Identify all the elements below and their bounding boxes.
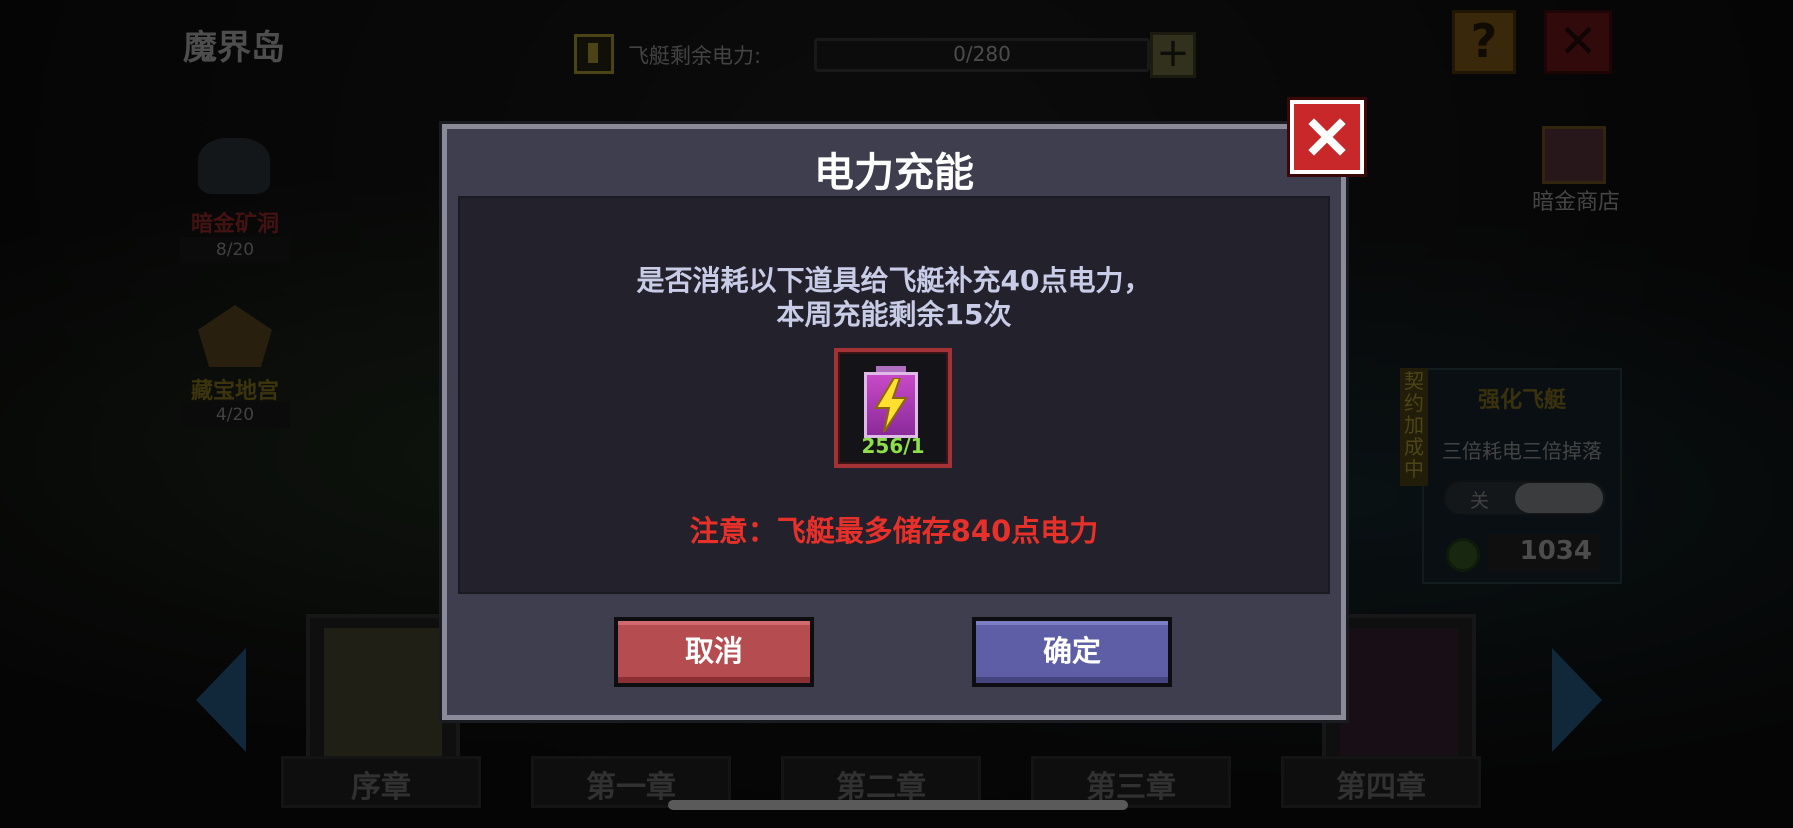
close-dialog-button[interactable]: [1290, 100, 1364, 174]
home-indicator[interactable]: [668, 800, 1128, 810]
lightning-bolt-icon: [874, 378, 908, 432]
warning-text: 注意：飞艇最多储存840点电力: [689, 514, 1099, 548]
cancel-button[interactable]: 取消: [614, 617, 814, 687]
dialog-message-line2: 本周充能剩余15次: [776, 298, 1012, 331]
confirm-button[interactable]: 确定: [972, 617, 1172, 687]
close-icon: [1308, 118, 1346, 156]
dialog-title: 电力充能: [814, 150, 974, 196]
item-count: 256/1: [861, 434, 925, 458]
